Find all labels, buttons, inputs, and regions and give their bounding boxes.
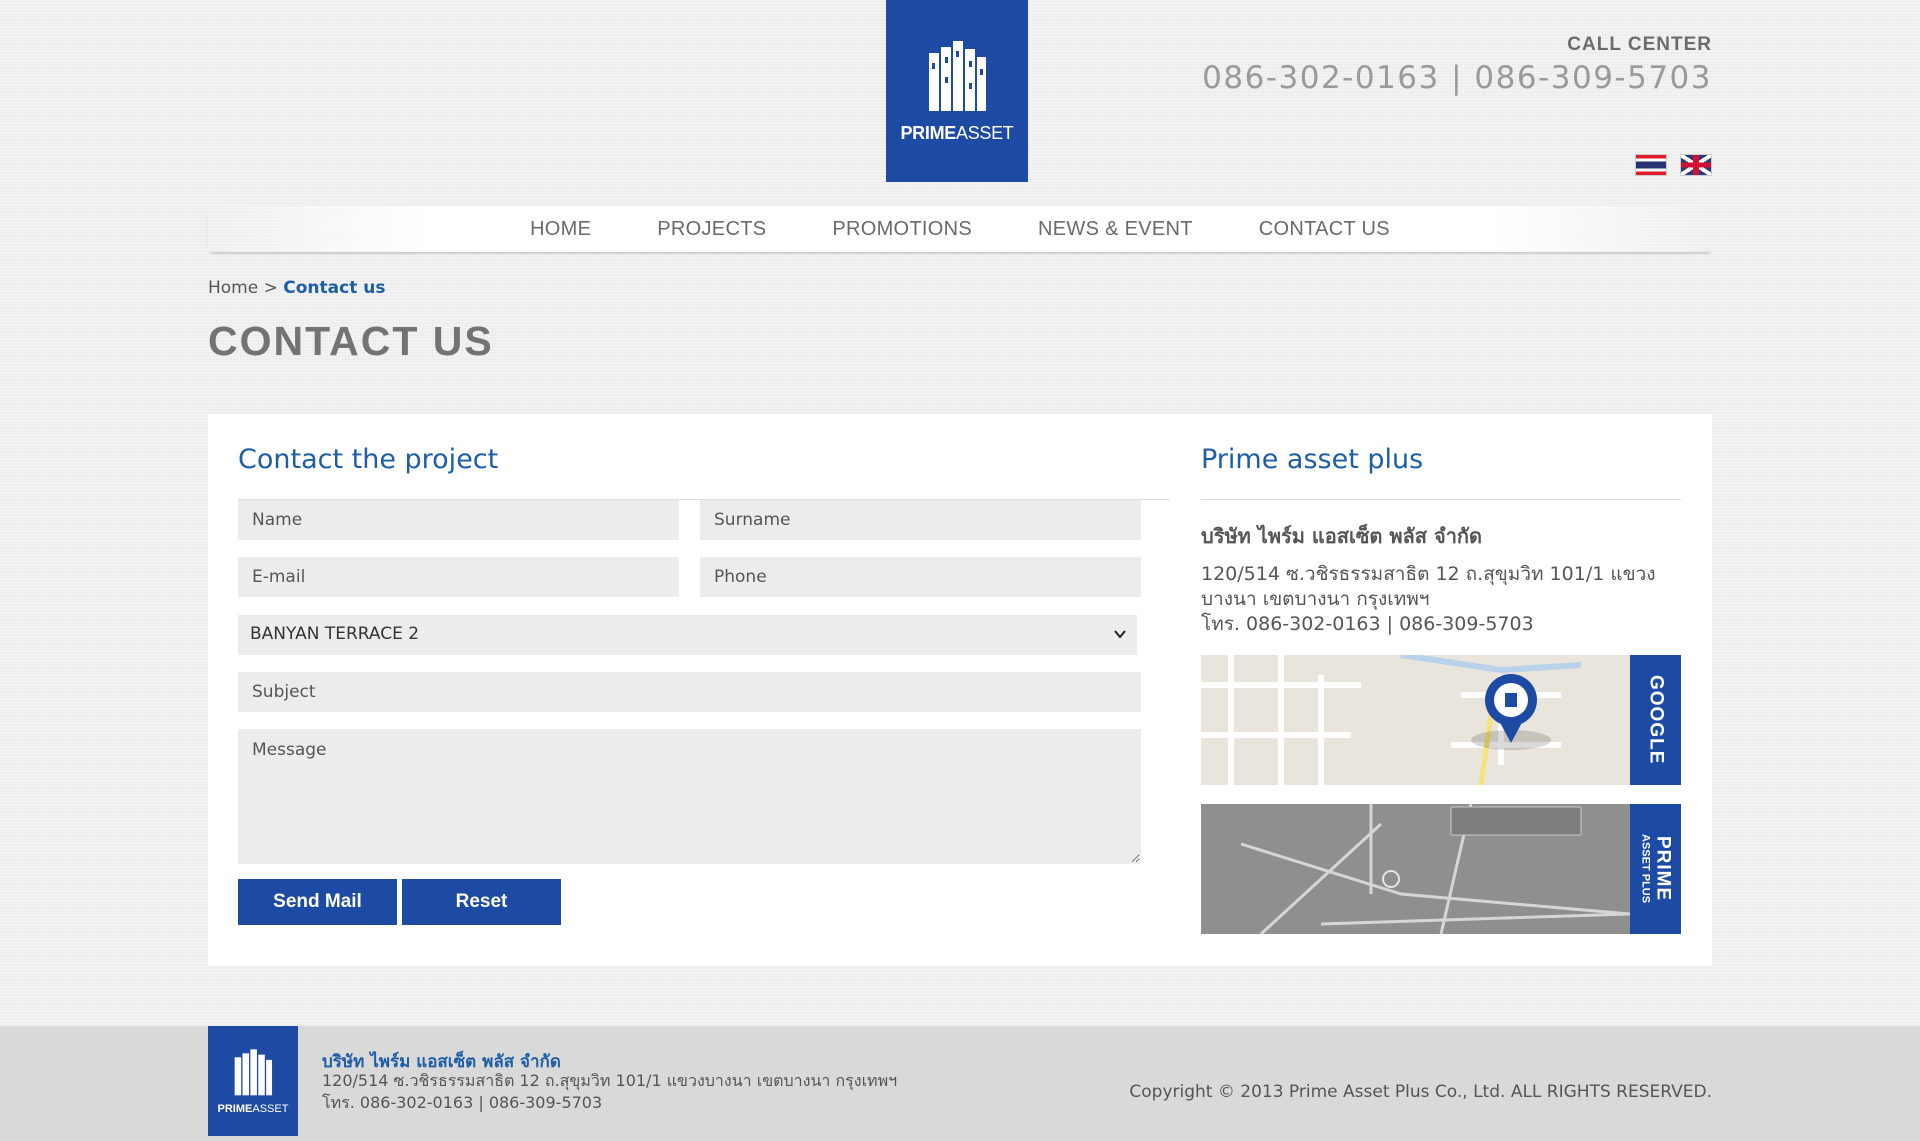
main-nav: HOME PROJECTS PROMOTIONS NEWS & EVENT CO… — [208, 206, 1712, 252]
google-map-link[interactable]: GOOGLE — [1201, 655, 1681, 785]
footer-address: 120/514 ซ.วชิรธรรมสาธิต 12 ถ.สุขุมวิท 10… — [322, 1070, 897, 1114]
project-select[interactable]: BANYAN TERRACE 2 — [238, 615, 1137, 655]
prime-tab-sublabel: ASSET PLUS — [1639, 834, 1652, 904]
footer-logo[interactable]: PRIMEASSET — [208, 1026, 298, 1136]
subject-input[interactable] — [238, 672, 1141, 712]
contact-panel: Contact the project BANYAN TERRACE 2 Sen… — [208, 414, 1712, 966]
footer-phone-line: โทร. 086-302-0163 | 086-309-5703 — [322, 1093, 603, 1112]
project-select-value: BANYAN TERRACE 2 — [250, 624, 420, 644]
call-center-phones: 086-302-0163 | 086-309-5703 — [1202, 60, 1712, 96]
phone-input[interactable] — [700, 557, 1141, 597]
address-line-1: 120/514 ซ.วชิรธรรมสาธิต 12 ถ.สุขุมวิท 10… — [1201, 563, 1656, 585]
prime-map-link[interactable]: ASSET PLUS PRIME — [1201, 804, 1681, 934]
google-map-thumbnail — [1201, 655, 1630, 785]
buildings-logo-icon — [929, 40, 986, 111]
prime-map-tab: ASSET PLUS PRIME — [1630, 804, 1681, 934]
uk-flag-icon[interactable] — [1680, 154, 1712, 176]
footer-logo-wordmark: PRIMEASSET — [217, 1103, 289, 1115]
nav-news-event[interactable]: NEWS & EVENT — [1038, 218, 1193, 241]
google-map-tab: GOOGLE — [1630, 655, 1681, 785]
reset-button[interactable]: Reset — [402, 879, 561, 925]
page-title: CONTACT US — [208, 318, 494, 364]
nav-contact-us[interactable]: CONTACT US — [1259, 218, 1390, 241]
name-input[interactable] — [238, 500, 679, 540]
copyright: Copyright © 2013 Prime Asset Plus Co., L… — [1129, 1082, 1712, 1102]
address-phone: โทร. 086-302-0163 | 086-309-5703 — [1201, 613, 1534, 635]
th-flag-icon[interactable] — [1635, 154, 1667, 176]
sidebar-title: Prime asset plus — [1201, 444, 1424, 475]
form-title: Contact the project — [238, 444, 499, 475]
footer-address-line: 120/514 ซ.วชิรธรรมสาธิต 12 ถ.สุขุมวิท 10… — [322, 1071, 898, 1090]
language-switcher — [1635, 154, 1712, 176]
buildings-logo-icon — [234, 1049, 273, 1096]
surname-input[interactable] — [700, 500, 1141, 540]
google-tab-label: GOOGLE — [1645, 675, 1667, 765]
message-textarea[interactable] — [238, 729, 1141, 864]
send-mail-button[interactable]: Send Mail — [238, 879, 397, 925]
prime-map-thumbnail — [1201, 804, 1630, 934]
prime-tab-label: PRIME — [1652, 836, 1674, 902]
breadcrumb-current: Contact us — [283, 278, 386, 298]
nav-promotions[interactable]: PROMOTIONS — [832, 218, 972, 241]
site-logo[interactable]: PRIMEASSET — [886, 0, 1028, 182]
sidebar-divider — [1201, 499, 1681, 500]
company-name: บริษัท ไพร์ม แอสเซ็ต พลัส จำกัด — [1201, 524, 1483, 548]
breadcrumb-separator: > — [263, 278, 278, 298]
footer: PRIMEASSET บริษัท ไพร์ม แอสเซ็ต พลัส จำก… — [0, 1026, 1920, 1141]
call-center-label: CALL CENTER — [1567, 34, 1712, 55]
nav-home[interactable]: HOME — [530, 218, 591, 241]
email-input[interactable] — [238, 557, 679, 597]
breadcrumb: Home > Contact us — [208, 278, 385, 298]
breadcrumb-home[interactable]: Home — [208, 278, 258, 298]
chevron-down-icon — [1114, 630, 1126, 639]
address-line-2: บางนา เขตบางนา กรุงเทพฯ — [1201, 588, 1430, 610]
nav-projects[interactable]: PROJECTS — [657, 218, 766, 241]
logo-wordmark: PRIMEASSET — [900, 122, 1014, 143]
company-address: 120/514 ซ.วชิรธรรมสาธิต 12 ถ.สุขุมวิท 10… — [1201, 562, 1671, 637]
